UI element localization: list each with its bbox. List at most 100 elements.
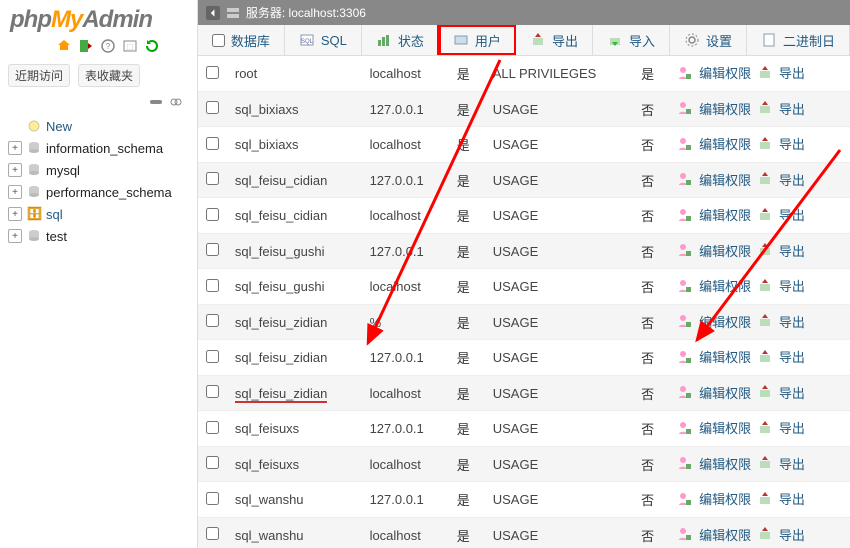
svg-text:⬚: ⬚ bbox=[127, 44, 134, 51]
priv-cell: USAGE bbox=[485, 91, 633, 127]
docs-icon[interactable]: ? bbox=[100, 38, 116, 54]
user-row[interactable]: sql_feisu_gushilocalhost是USAGE否编辑权限 导出 bbox=[198, 269, 850, 305]
edit-priv-link[interactable]: 编辑权限 bbox=[699, 134, 751, 153]
tab-databases[interactable]: 数据库 bbox=[198, 25, 285, 55]
user-row[interactable]: sql_feisuxslocalhost是USAGE否编辑权限 导出 bbox=[198, 446, 850, 482]
users-table-wrap[interactable]: rootlocalhost是ALL PRIVILEGES是编辑权限 导出sql_… bbox=[198, 56, 850, 548]
favorites-tab[interactable]: 表收藏夹 bbox=[78, 64, 140, 87]
priv-cell: USAGE bbox=[485, 198, 633, 234]
recent-visit-tab[interactable]: 近期访问 bbox=[8, 64, 70, 87]
user-row[interactable]: sql_feisu_zidian%是USAGE否编辑权限 导出 bbox=[198, 304, 850, 340]
export-link[interactable]: 导出 bbox=[779, 276, 805, 295]
tab-export[interactable]: 导出 bbox=[516, 25, 593, 55]
export-link[interactable]: 导出 bbox=[779, 99, 805, 118]
user-row[interactable]: rootlocalhost是ALL PRIVILEGES是编辑权限 导出 bbox=[198, 56, 850, 91]
user-row[interactable]: sql_wanshu127.0.0.1是USAGE否编辑权限 导出 bbox=[198, 482, 850, 518]
row-checkbox[interactable] bbox=[206, 314, 219, 327]
edit-priv-link[interactable]: 编辑权限 bbox=[699, 347, 751, 366]
export-link[interactable]: 导出 bbox=[779, 347, 805, 366]
tree-item-information_schema[interactable]: +information_schema bbox=[6, 137, 191, 159]
edit-priv-link[interactable]: 编辑权限 bbox=[699, 312, 751, 331]
server-label[interactable]: 服务器: localhost:3306 bbox=[246, 4, 366, 21]
edit-priv-link[interactable]: 编辑权限 bbox=[699, 241, 751, 260]
home-icon[interactable] bbox=[56, 38, 72, 54]
tree-item-New[interactable]: New bbox=[6, 115, 191, 137]
export-link[interactable]: 导出 bbox=[779, 454, 805, 473]
grant-cell: 否 bbox=[633, 127, 669, 163]
edit-priv-link[interactable]: 编辑权限 bbox=[699, 383, 751, 402]
edit-priv-link[interactable]: 编辑权限 bbox=[699, 525, 751, 544]
export-link[interactable]: 导出 bbox=[779, 418, 805, 437]
user-row[interactable]: sql_feisu_cidian127.0.0.1是USAGE否编辑权限 导出 bbox=[198, 162, 850, 198]
export-link[interactable]: 导出 bbox=[779, 205, 805, 224]
grant-cell: 否 bbox=[633, 517, 669, 548]
user-cell: sql_feisu_zidian bbox=[227, 340, 362, 376]
row-checkbox[interactable] bbox=[206, 208, 219, 221]
row-checkbox[interactable] bbox=[206, 66, 219, 79]
export-link[interactable]: 导出 bbox=[779, 241, 805, 260]
tab-db-check[interactable] bbox=[212, 34, 225, 47]
edit-priv-link[interactable]: 编辑权限 bbox=[699, 63, 751, 82]
user-row[interactable]: sql_feisuxs127.0.0.1是USAGE否编辑权限 导出 bbox=[198, 411, 850, 447]
row-checkbox[interactable] bbox=[206, 350, 219, 363]
sql-icon[interactable]: ⬚ bbox=[122, 38, 138, 54]
link-icon[interactable] bbox=[169, 95, 183, 109]
tab-settings[interactable]: 设置 bbox=[670, 25, 747, 55]
tree-item-test[interactable]: +test bbox=[6, 225, 191, 247]
export-link[interactable]: 导出 bbox=[779, 63, 805, 82]
collapse-icon[interactable] bbox=[149, 95, 163, 109]
tree-item-mysql[interactable]: +mysql bbox=[6, 159, 191, 181]
expand-icon[interactable]: + bbox=[8, 141, 22, 155]
row-checkbox[interactable] bbox=[206, 101, 219, 114]
tab-import[interactable]: 导入 bbox=[593, 25, 670, 55]
row-checkbox[interactable] bbox=[206, 137, 219, 150]
edit-priv-link[interactable]: 编辑权限 bbox=[699, 454, 751, 473]
sql-db-icon: 🗄 bbox=[26, 206, 42, 222]
tree-item-performance_schema[interactable]: +performance_schema bbox=[6, 181, 191, 203]
row-checkbox[interactable] bbox=[206, 421, 219, 434]
row-checkbox[interactable] bbox=[206, 527, 219, 540]
db-tree: New+information_schema+mysql+performance… bbox=[0, 111, 197, 251]
user-row[interactable]: sql_feisu_zidian127.0.0.1是USAGE否编辑权限 导出 bbox=[198, 340, 850, 376]
user-row[interactable]: sql_feisu_cidianlocalhost是USAGE否编辑权限 导出 bbox=[198, 198, 850, 234]
export-link[interactable]: 导出 bbox=[779, 383, 805, 402]
expand-icon[interactable]: + bbox=[8, 163, 22, 177]
user-row[interactable]: sql_feisu_gushi127.0.0.1是USAGE否编辑权限 导出 bbox=[198, 233, 850, 269]
tab-status[interactable]: 状态 bbox=[362, 25, 439, 55]
user-row[interactable]: sql_feisu_zidianlocalhost是USAGE否编辑权限 导出 bbox=[198, 375, 850, 411]
pwd-cell: 是 bbox=[449, 340, 485, 376]
row-checkbox[interactable] bbox=[206, 492, 219, 505]
tab-binlog[interactable]: 二进制日 bbox=[747, 25, 850, 55]
reload-icon[interactable] bbox=[144, 38, 160, 54]
export-link[interactable]: 导出 bbox=[779, 525, 805, 544]
tab-sql[interactable]: SQL SQL bbox=[285, 25, 362, 55]
grant-cell: 否 bbox=[633, 304, 669, 340]
edit-priv-link[interactable]: 编辑权限 bbox=[699, 418, 751, 437]
expand-icon[interactable]: + bbox=[8, 185, 22, 199]
tab-users[interactable]: 用户 bbox=[439, 25, 516, 55]
row-checkbox[interactable] bbox=[206, 279, 219, 292]
grant-cell: 否 bbox=[633, 482, 669, 518]
user-row[interactable]: sql_wanshulocalhost是USAGE否编辑权限 导出 bbox=[198, 517, 850, 548]
row-checkbox[interactable] bbox=[206, 385, 219, 398]
expand-icon[interactable]: + bbox=[8, 229, 22, 243]
row-checkbox[interactable] bbox=[206, 243, 219, 256]
logout-icon[interactable] bbox=[78, 38, 94, 54]
edit-priv-link[interactable]: 编辑权限 bbox=[699, 205, 751, 224]
row-checkbox[interactable] bbox=[206, 172, 219, 185]
back-icon[interactable] bbox=[206, 6, 220, 20]
tree-item-sql[interactable]: +🗄sql bbox=[6, 203, 191, 225]
edit-priv-link[interactable]: 编辑权限 bbox=[699, 276, 751, 295]
user-row[interactable]: sql_bixiaxs127.0.0.1是USAGE否编辑权限 导出 bbox=[198, 91, 850, 127]
edit-priv-link[interactable]: 编辑权限 bbox=[699, 99, 751, 118]
edit-priv-link[interactable]: 编辑权限 bbox=[699, 489, 751, 508]
export-link[interactable]: 导出 bbox=[779, 134, 805, 153]
user-row[interactable]: sql_bixiaxslocalhost是USAGE否编辑权限 导出 bbox=[198, 127, 850, 163]
export-link[interactable]: 导出 bbox=[779, 312, 805, 331]
logo[interactable]: phpMyAdmin bbox=[0, 0, 197, 36]
expand-icon[interactable]: + bbox=[8, 207, 22, 221]
edit-priv-link[interactable]: 编辑权限 bbox=[699, 170, 751, 189]
row-checkbox[interactable] bbox=[206, 456, 219, 469]
export-link[interactable]: 导出 bbox=[779, 489, 805, 508]
export-link[interactable]: 导出 bbox=[779, 170, 805, 189]
